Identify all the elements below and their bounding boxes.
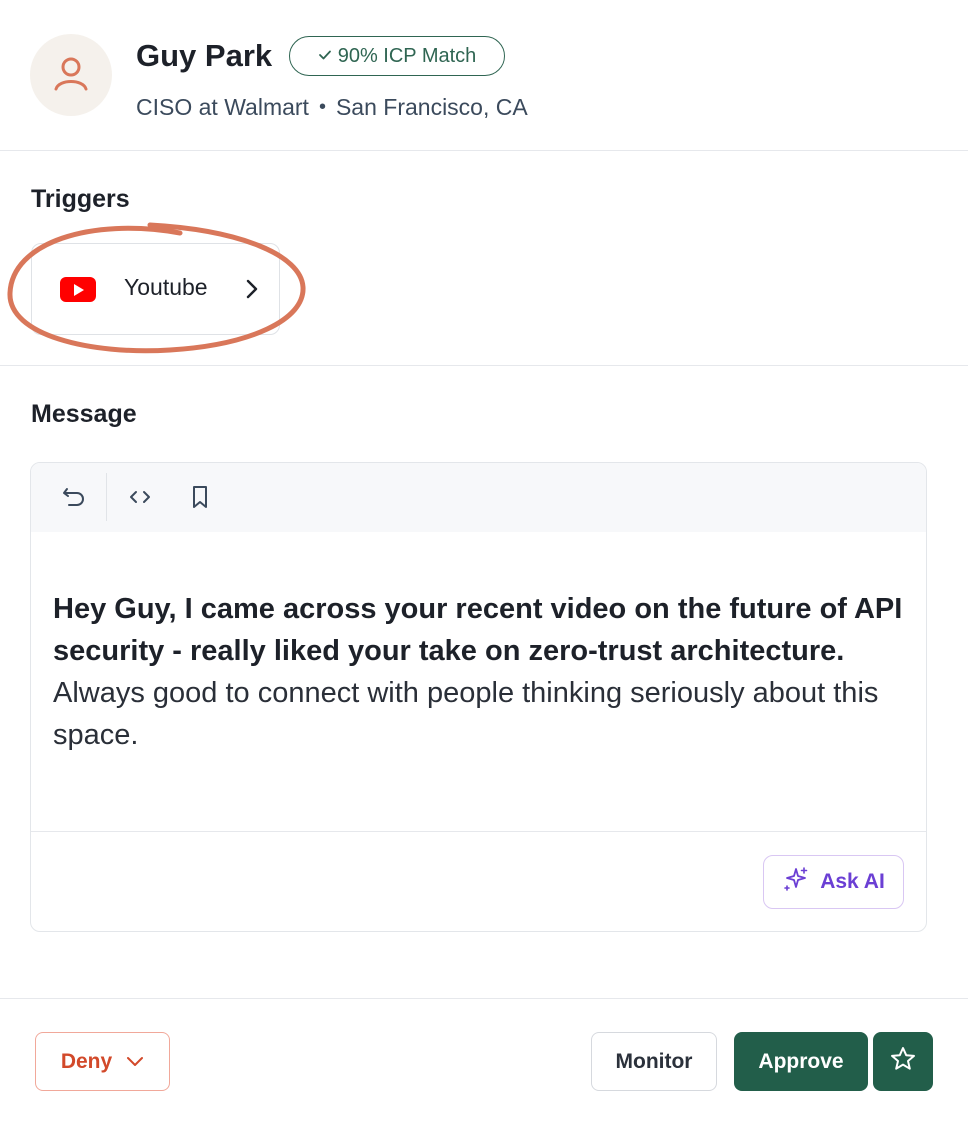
youtube-icon	[60, 277, 96, 302]
bookmark-icon[interactable]	[186, 483, 214, 511]
sparkles-icon	[782, 865, 810, 899]
profile-header: Guy Park 90% ICP Match CISO at Walmart •…	[0, 0, 968, 151]
avatar	[30, 34, 112, 116]
monitor-button[interactable]: Monitor	[591, 1032, 717, 1091]
separator-dot: •	[318, 96, 326, 118]
approve-button[interactable]: Approve	[734, 1032, 868, 1091]
chevron-down-icon	[126, 1050, 144, 1074]
undo-icon[interactable]	[60, 483, 88, 511]
icp-match-badge: 90% ICP Match	[289, 36, 505, 76]
triggers-title: Triggers	[31, 185, 130, 213]
ask-ai-button[interactable]: Ask AI	[763, 855, 904, 909]
profile-name: Guy Park	[136, 38, 273, 73]
message-text-regular: Always good to connect with people think…	[53, 677, 879, 751]
toolbar-divider	[106, 473, 107, 521]
triggers-section: Triggers Youtube	[0, 151, 968, 366]
message-editor: Hey Guy, I came across your recent video…	[30, 462, 927, 932]
message-text-bold: Hey Guy, I came across your recent video…	[53, 593, 903, 667]
user-icon	[51, 53, 91, 98]
ask-ai-label: Ask AI	[820, 870, 885, 893]
trigger-label: Youtube	[124, 274, 208, 300]
editor-toolbar	[31, 463, 926, 532]
message-text[interactable]: Hey Guy, I came across your recent video…	[53, 588, 903, 756]
deny-label: Deny	[60, 1049, 113, 1073]
icp-badge-label: 90% ICP Match	[337, 44, 477, 67]
message-title: Message	[31, 400, 137, 428]
profile-subline: CISO at Walmart • San Francisco, CA	[136, 92, 528, 122]
favorite-button[interactable]	[873, 1032, 933, 1091]
deny-button[interactable]: Deny	[35, 1032, 170, 1091]
profile-location: San Francisco, CA	[335, 94, 528, 120]
check-icon	[318, 45, 332, 68]
profile-role: CISO at Walmart	[136, 94, 309, 120]
chevron-right-icon	[244, 278, 260, 305]
trigger-youtube[interactable]: Youtube	[31, 243, 280, 335]
editor-footer-divider	[31, 831, 926, 832]
action-bar: Deny Monitor Approve	[0, 999, 968, 1128]
message-section: Message Hey Guy, I came across your rece…	[0, 366, 968, 999]
code-icon[interactable]	[126, 483, 154, 511]
star-icon	[889, 1045, 917, 1078]
